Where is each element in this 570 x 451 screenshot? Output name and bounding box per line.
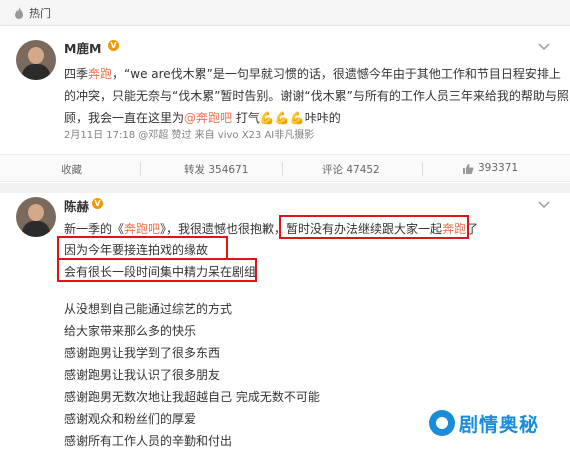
post-body: 四季奔跑，“we are伐木累”是一句早就习惯的话，很遗憾今年由于其他工作和节目… <box>64 67 569 125</box>
hot-section-header: 热门 <box>0 0 570 26</box>
flame-icon <box>15 7 23 19</box>
post-separator <box>0 183 570 193</box>
post-line: 感谢跑男无数次地让我超越自己 完成无数不可能 <box>64 390 320 404</box>
post-action-bar: 收藏 转发 354671 评论 47452 393371 <box>0 154 570 182</box>
muscle-emoji-icon: 💪💪💪 <box>259 111 305 125</box>
post-line: 感谢观众和粉丝们的厚爱 <box>64 412 197 426</box>
post-line: 感谢跑男让我学到了很多东西 <box>64 346 221 360</box>
chevron-down-icon[interactable] <box>537 42 551 52</box>
post-line: 从没想到自己能通过综艺的方式 <box>64 302 233 316</box>
post-line: 感谢跑男让我认识了很多朋友 <box>64 368 221 382</box>
topic-link[interactable]: 奔跑吧 <box>124 222 160 236</box>
post-username[interactable]: M鹿M <box>64 38 101 57</box>
post-line: 给大家带来那么多的快乐 <box>64 324 197 338</box>
avatar[interactable] <box>16 40 56 80</box>
comment-button[interactable]: 评论 47452 <box>322 162 380 177</box>
highlight-box <box>57 236 228 260</box>
like-count[interactable]: 393371 <box>478 162 518 174</box>
post-username[interactable]: 陈赫 <box>64 196 89 215</box>
avatar[interactable] <box>16 197 56 237</box>
highlight-box <box>279 215 469 239</box>
post-line: 感谢所有工作人员的辛勤和付出 <box>64 434 233 448</box>
mention-link[interactable]: @奔跑吧 <box>184 111 232 125</box>
watermark: 剧情奥秘 <box>421 402 570 442</box>
favorite-button[interactable]: 收藏 <box>61 162 82 177</box>
topic-link[interactable]: 奔跑 <box>88 67 112 81</box>
watermark-text: 剧情奥秘 <box>459 414 540 436</box>
hot-label: 热门 <box>29 7 51 20</box>
vip-badge-icon: V <box>108 40 119 51</box>
repost-button[interactable]: 转发 354671 <box>184 162 248 177</box>
thumbs-up-icon[interactable] <box>462 163 474 175</box>
post-meta: 2月11日 17:18 @邓超 赞过 来自 vivo X23 AI非凡摄影 <box>64 130 315 141</box>
highlight-box <box>57 258 257 282</box>
chevron-down-icon[interactable] <box>537 200 551 210</box>
watermark-logo-icon <box>429 410 455 436</box>
vip-badge-icon: V <box>92 198 103 209</box>
